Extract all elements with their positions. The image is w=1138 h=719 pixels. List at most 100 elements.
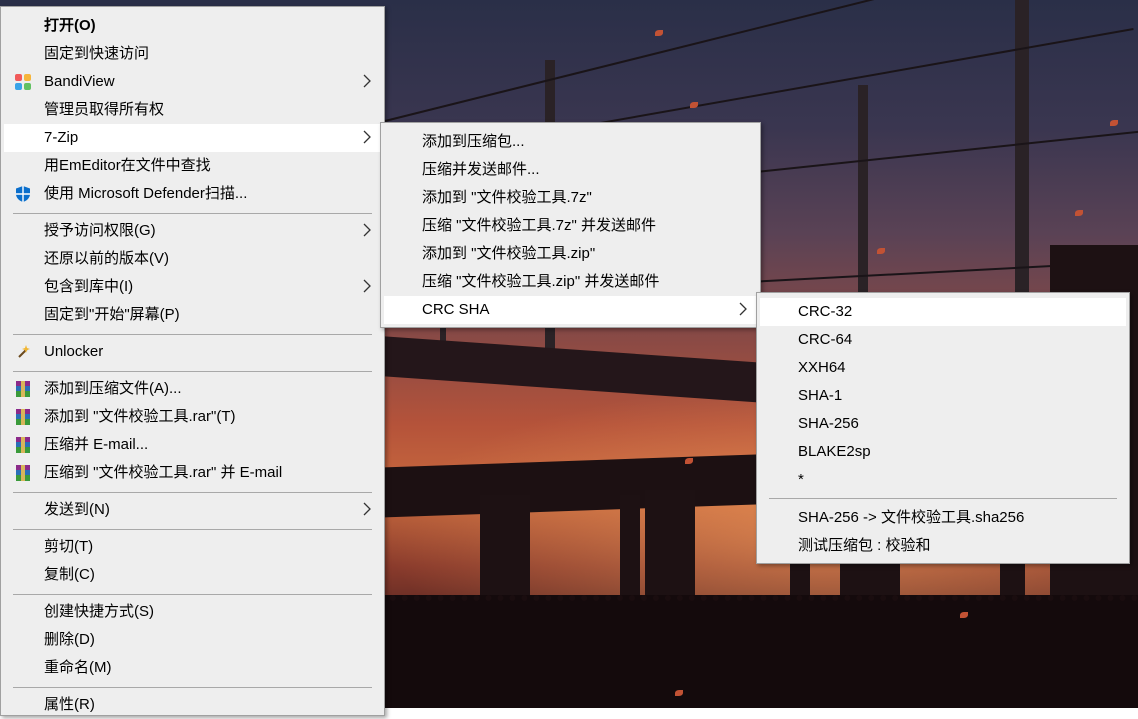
chevron-right-icon bbox=[739, 302, 747, 316]
menu-item-cut[interactable]: 剪切(T) bbox=[4, 533, 381, 561]
submenu-item-sha256[interactable]: SHA-256 bbox=[760, 410, 1126, 438]
falling-leaf bbox=[960, 612, 968, 618]
submenu-item-7z-email[interactable]: 压缩 "文件校验工具.7z" 并发送邮件 bbox=[384, 212, 757, 240]
submenu-item-crc64[interactable]: CRC-64 bbox=[760, 326, 1126, 354]
menu-item-label: 压缩 "文件校验工具.zip" 并发送邮件 bbox=[422, 273, 660, 290]
sevenzip-submenu: 添加到压缩包... 压缩并发送邮件... 添加到 "文件校验工具.7z" 压缩 … bbox=[380, 122, 761, 328]
winrar-icon bbox=[13, 464, 33, 482]
menu-item-label: 压缩并发送邮件... bbox=[422, 161, 540, 178]
menu-item-label: 包含到库中(I) bbox=[44, 278, 134, 295]
menu-item-label: 属性(R) bbox=[44, 696, 95, 713]
menu-item-label: SHA-256 bbox=[798, 415, 859, 432]
menu-separator bbox=[13, 492, 372, 493]
menu-item-label: 重命名(M) bbox=[44, 659, 112, 676]
menu-item-pin-start[interactable]: 固定到"开始"屏幕(P) bbox=[4, 301, 381, 329]
menu-item-properties[interactable]: 属性(R) bbox=[4, 691, 381, 719]
falling-leaf bbox=[685, 458, 693, 464]
menu-item-label: CRC-64 bbox=[798, 331, 853, 348]
menu-item-take-ownership[interactable]: 管理员取得所有权 bbox=[4, 96, 381, 124]
menu-item-label: 添加到压缩文件(A)... bbox=[44, 380, 182, 397]
menu-item-label: 管理员取得所有权 bbox=[44, 101, 165, 118]
menu-item-label: * bbox=[798, 471, 804, 488]
menu-item-copy[interactable]: 复制(C) bbox=[4, 561, 381, 589]
menu-item-winrar-rar-email[interactable]: 压缩到 "文件校验工具.rar" 并 E-mail bbox=[4, 459, 381, 487]
submenu-item-all-hashes[interactable]: * bbox=[760, 466, 1126, 494]
menu-item-winrar-add[interactable]: 添加到压缩文件(A)... bbox=[4, 375, 381, 403]
chevron-right-icon bbox=[363, 223, 371, 237]
submenu-item-add-to-archive[interactable]: 添加到压缩包... bbox=[384, 128, 757, 156]
submenu-item-crc-sha[interactable]: CRC SHA bbox=[384, 296, 757, 324]
menu-separator bbox=[769, 498, 1117, 499]
falling-leaf bbox=[1075, 210, 1083, 216]
defender-shield-icon bbox=[13, 185, 33, 203]
menu-item-unlocker[interactable]: Unlocker bbox=[4, 338, 381, 366]
menu-item-label: 添加到 "文件校验工具.zip" bbox=[422, 245, 596, 262]
menu-separator bbox=[13, 529, 372, 530]
menu-item-label: 7-Zip bbox=[44, 129, 79, 146]
treeline-silhouette bbox=[330, 595, 1138, 708]
menu-item-bandiview[interactable]: BandiView bbox=[4, 68, 381, 96]
submenu-item-add-to-7z[interactable]: 添加到 "文件校验工具.7z" bbox=[384, 184, 757, 212]
menu-item-label: 打开(O) bbox=[44, 17, 96, 34]
submenu-item-compress-email[interactable]: 压缩并发送邮件... bbox=[384, 156, 757, 184]
menu-item-label: 还原以前的版本(V) bbox=[44, 250, 169, 267]
menu-item-winrar-add-to-rar[interactable]: 添加到 "文件校验工具.rar"(T) bbox=[4, 403, 381, 431]
menu-item-label: 创建快捷方式(S) bbox=[44, 603, 154, 620]
menu-item-grant-access[interactable]: 授予访问权限(G) bbox=[4, 217, 381, 245]
menu-separator bbox=[13, 334, 372, 335]
menu-item-7zip[interactable]: 7-Zip bbox=[4, 124, 381, 152]
menu-item-defender-scan[interactable]: 使用 Microsoft Defender扫描... bbox=[4, 180, 381, 208]
submenu-item-zip-email[interactable]: 压缩 "文件校验工具.zip" 并发送邮件 bbox=[384, 268, 757, 296]
chevron-right-icon bbox=[363, 502, 371, 516]
menu-item-delete[interactable]: 删除(D) bbox=[4, 626, 381, 654]
menu-item-label: CRC-32 bbox=[798, 303, 853, 320]
menu-item-label: 使用 Microsoft Defender扫描... bbox=[44, 185, 248, 202]
bandiview-icon bbox=[13, 73, 33, 91]
menu-item-label: CRC SHA bbox=[422, 301, 490, 318]
menu-item-label: 剪切(T) bbox=[44, 538, 94, 555]
menu-item-emeditor-find[interactable]: 用EmEditor在文件中查找 bbox=[4, 152, 381, 180]
menu-item-label: BLAKE2sp bbox=[798, 443, 871, 460]
submenu-item-add-to-zip[interactable]: 添加到 "文件校验工具.zip" bbox=[384, 240, 757, 268]
menu-separator bbox=[13, 213, 372, 214]
menu-item-label: 压缩到 "文件校验工具.rar" 并 E-mail bbox=[44, 464, 283, 481]
menu-separator bbox=[13, 687, 372, 688]
menu-separator bbox=[13, 371, 372, 372]
winrar-icon bbox=[13, 408, 33, 426]
menu-item-label: 固定到快速访问 bbox=[44, 45, 150, 62]
falling-leaf bbox=[655, 30, 663, 36]
menu-item-winrar-email[interactable]: 压缩并 E-mail... bbox=[4, 431, 381, 459]
submenu-item-test-archive-checksum[interactable]: 测试压缩包 : 校验和 bbox=[760, 532, 1126, 560]
menu-item-label: Unlocker bbox=[44, 343, 104, 360]
submenu-item-crc32[interactable]: CRC-32 bbox=[760, 298, 1126, 326]
falling-leaf bbox=[675, 690, 683, 696]
menu-item-label: 固定到"开始"屏幕(P) bbox=[44, 306, 180, 323]
menu-item-label: 删除(D) bbox=[44, 631, 95, 648]
menu-item-send-to[interactable]: 发送到(N) bbox=[4, 496, 381, 524]
menu-item-label: 测试压缩包 : 校验和 bbox=[798, 537, 931, 554]
chevron-right-icon bbox=[363, 74, 371, 88]
menu-item-pin-quick-access[interactable]: 固定到快速访问 bbox=[4, 40, 381, 68]
menu-item-label: SHA-256 -> 文件校验工具.sha256 bbox=[798, 509, 1025, 526]
submenu-item-sha1[interactable]: SHA-1 bbox=[760, 382, 1126, 410]
menu-item-label: 压缩并 E-mail... bbox=[44, 436, 149, 453]
menu-item-restore-versions[interactable]: 还原以前的版本(V) bbox=[4, 245, 381, 273]
falling-leaf bbox=[690, 102, 698, 108]
power-wire bbox=[384, 0, 1065, 122]
menu-item-create-shortcut[interactable]: 创建快捷方式(S) bbox=[4, 598, 381, 626]
menu-separator bbox=[13, 594, 372, 595]
menu-item-label: XXH64 bbox=[798, 359, 846, 376]
menu-item-label: 添加到 "文件校验工具.rar"(T) bbox=[44, 408, 236, 425]
winrar-icon bbox=[13, 436, 33, 454]
submenu-item-blake2sp[interactable]: BLAKE2sp bbox=[760, 438, 1126, 466]
chevron-right-icon bbox=[363, 130, 371, 144]
menu-item-label: 添加到压缩包... bbox=[422, 133, 525, 150]
submenu-item-xxh64[interactable]: XXH64 bbox=[760, 354, 1126, 382]
menu-item-rename[interactable]: 重命名(M) bbox=[4, 654, 381, 682]
menu-item-include-library[interactable]: 包含到库中(I) bbox=[4, 273, 381, 301]
unlocker-wand-icon bbox=[13, 343, 33, 361]
falling-leaf bbox=[877, 248, 885, 254]
menu-item-open[interactable]: 打开(O) bbox=[4, 12, 381, 40]
menu-item-label: BandiView bbox=[44, 73, 115, 90]
submenu-item-sha256-to-file[interactable]: SHA-256 -> 文件校验工具.sha256 bbox=[760, 504, 1126, 532]
